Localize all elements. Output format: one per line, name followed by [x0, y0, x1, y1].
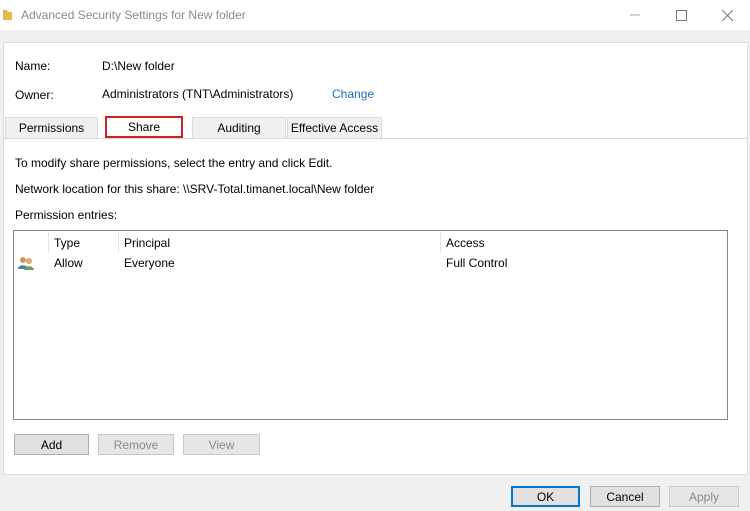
users-icon [18, 257, 34, 270]
change-owner-link[interactable]: Change [332, 87, 374, 101]
instructions-text: To modify share permissions, select the … [15, 156, 333, 170]
tab-effective-access[interactable]: Effective Access [287, 117, 382, 138]
folder-icon [3, 10, 12, 20]
remove-button[interactable]: Remove [98, 434, 174, 455]
network-location-value: \\SRV-Total.timanet.local\New folder [183, 182, 375, 196]
view-button[interactable]: View [183, 434, 260, 455]
maximize-icon [675, 9, 687, 21]
row-principal: Everyone [124, 256, 175, 270]
permission-entries-label: Permission entries: [15, 208, 118, 222]
window-title: Advanced Security Settings for New folde… [21, 8, 246, 22]
column-header-access[interactable]: Access [446, 236, 485, 250]
close-icon [721, 9, 733, 21]
owner-label: Owner: [15, 88, 54, 102]
tab-permissions[interactable]: Permissions [5, 117, 98, 138]
name-label: Name: [15, 59, 51, 73]
column-separator [118, 231, 119, 253]
tab-auditing[interactable]: Auditing [192, 117, 286, 138]
add-button[interactable]: Add [14, 434, 89, 455]
table-row[interactable]: Allow Everyone Full Control [14, 253, 727, 273]
name-value: D:\New folder [102, 59, 175, 73]
apply-button[interactable]: Apply [669, 486, 739, 507]
column-header-type[interactable]: Type [54, 236, 80, 250]
permission-entries-table[interactable]: Type Principal Access Allow Everyone Ful… [13, 230, 728, 420]
row-type: Allow [54, 256, 83, 270]
network-location-label: Network location for this share: [15, 182, 180, 196]
close-button[interactable] [704, 0, 750, 30]
row-access: Full Control [446, 256, 508, 270]
tab-share[interactable]: Share [105, 116, 183, 138]
ok-button[interactable]: OK [511, 486, 580, 507]
column-header-principal[interactable]: Principal [124, 236, 170, 250]
minimize-icon [630, 14, 640, 16]
owner-value: Administrators (TNT\Administrators) [102, 87, 294, 101]
minimize-button[interactable] [612, 0, 658, 30]
column-separator [48, 231, 49, 253]
tab-divider [4, 138, 747, 139]
cancel-button[interactable]: Cancel [590, 486, 660, 507]
column-separator [440, 231, 441, 253]
maximize-button[interactable] [658, 0, 704, 30]
title-bar: Advanced Security Settings for New folde… [0, 0, 750, 30]
